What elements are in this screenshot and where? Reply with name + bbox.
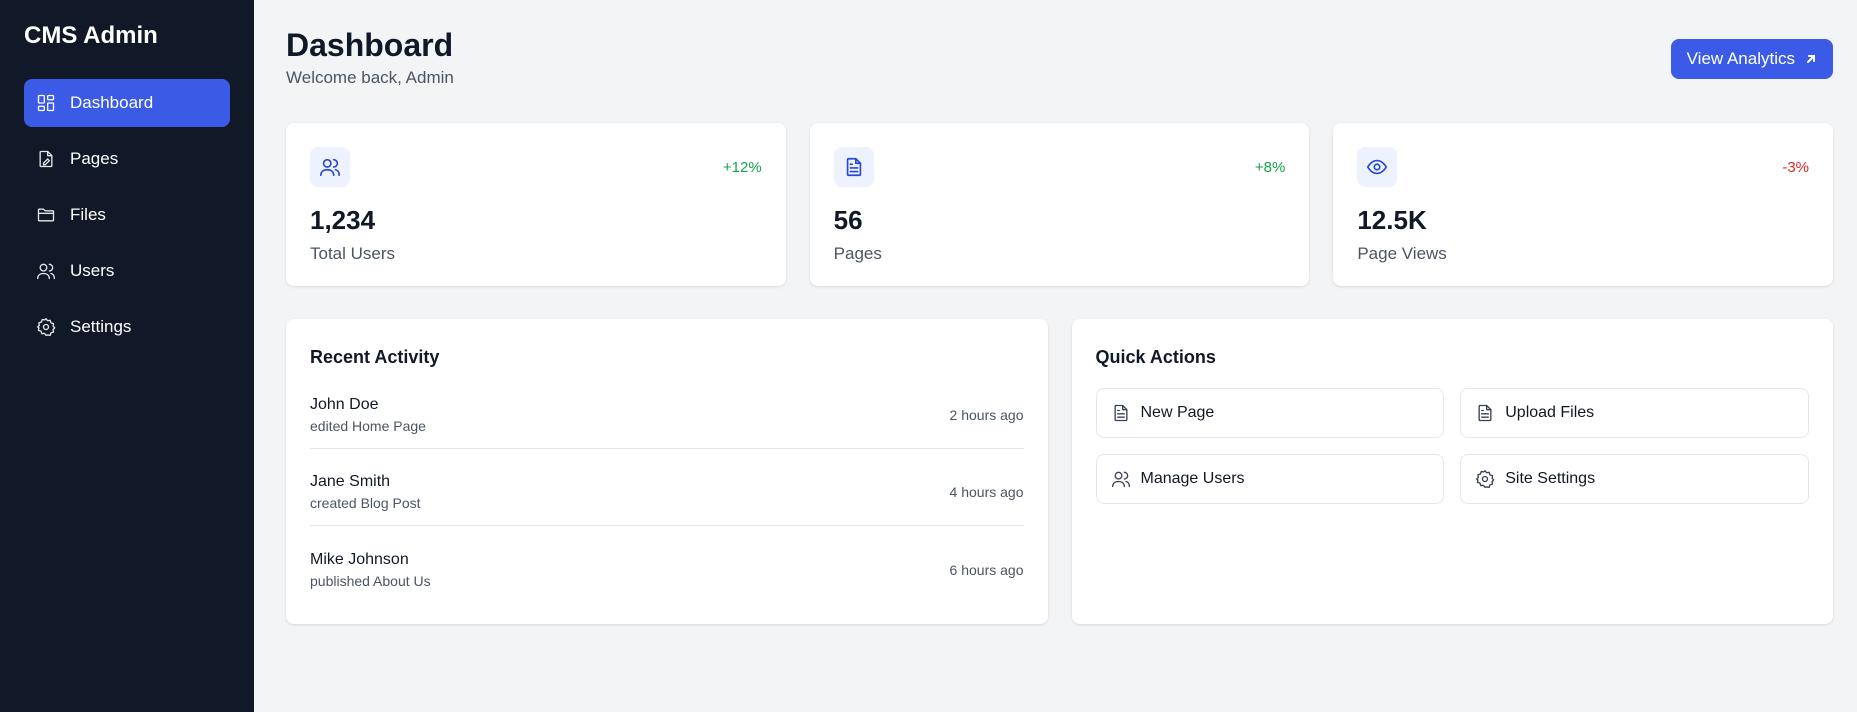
page-subtitle: Welcome back, Admin xyxy=(286,68,454,87)
stat-change: +12% xyxy=(722,158,762,176)
brand-title: CMS Admin xyxy=(24,22,158,49)
new-page-button[interactable]: New Page xyxy=(1095,388,1445,438)
stat-card-page-views: -3% 12.5K Page Views xyxy=(1333,123,1834,286)
sidebar-item-dashboard[interactable]: Dashboard xyxy=(24,79,230,127)
sidebar-item-settings[interactable]: Settings xyxy=(24,303,230,351)
gear-icon xyxy=(1476,470,1495,488)
users-icon xyxy=(36,261,56,281)
view-analytics-label: View Analytics xyxy=(1686,49,1795,68)
sidebar-item-files[interactable]: Files xyxy=(24,191,230,239)
action-label: Manage Users xyxy=(1140,470,1245,487)
activity-user: John Doe xyxy=(310,396,379,413)
stat-value: 12.5K xyxy=(1357,205,1427,235)
eye-icon xyxy=(1357,147,1398,187)
gear-icon xyxy=(36,317,56,337)
list-item: John Doe edited Home Page 2 hours ago xyxy=(310,388,1024,449)
sidebar-item-label: Files xyxy=(70,205,106,224)
pages-icon xyxy=(36,149,56,169)
quick-actions-grid: New Page Upload Files Manage Users Site … xyxy=(1095,388,1809,504)
activity-time: 6 hours ago xyxy=(949,561,1024,578)
app-root: CMS Admin Dashboard Pages Files Users Se… xyxy=(0,0,1857,712)
stat-value: 56 xyxy=(833,205,863,235)
document-icon xyxy=(1478,404,1492,422)
action-label: Upload Files xyxy=(1505,404,1595,421)
upload-files-button[interactable]: Upload Files xyxy=(1460,388,1809,438)
document-icon xyxy=(1114,404,1127,422)
activity-time: 4 hours ago xyxy=(949,484,1024,500)
page-title: Dashboard xyxy=(286,27,454,63)
users-icon xyxy=(310,147,350,187)
users-icon xyxy=(1111,471,1130,488)
arrow-up-right-icon xyxy=(1807,55,1815,63)
page-header: Dashboard Welcome back, Admin View Analy… xyxy=(286,28,1833,123)
sidebar-item-label: Pages xyxy=(70,149,119,168)
stat-change: -3% xyxy=(1782,158,1810,176)
view-analytics-button[interactable]: View Analytics xyxy=(1670,39,1833,79)
list-item: Jane Smith created Blog Post 4 hours ago xyxy=(310,465,1024,526)
panel-title: Quick Actions xyxy=(1095,347,1216,367)
activity-user: Mike Johnson xyxy=(310,550,409,568)
manage-users-button[interactable]: Manage Users xyxy=(1095,454,1445,504)
activity-action: published About Us xyxy=(310,572,431,589)
sidebar-item-label: Dashboard xyxy=(70,93,154,112)
activity-action: edited Home Page xyxy=(310,418,426,434)
stat-card-users: +12% 1,234 Total Users xyxy=(286,123,786,286)
activity-user: Jane Smith xyxy=(310,473,391,490)
sidebar-item-pages[interactable]: Pages xyxy=(24,135,230,183)
folder-icon xyxy=(36,205,56,225)
activity-time: 2 hours ago xyxy=(949,407,1024,423)
sidebar: CMS Admin Dashboard Pages Files Users Se… xyxy=(0,0,254,712)
site-settings-button[interactable]: Site Settings xyxy=(1460,454,1809,504)
action-label: Site Settings xyxy=(1505,470,1596,487)
stat-label: Page Views xyxy=(1357,244,1447,263)
stat-card-pages: +8% 56 Pages xyxy=(809,123,1310,286)
panel-title: Recent Activity xyxy=(310,347,440,367)
sidebar-item-users[interactable]: Users xyxy=(24,247,230,295)
sidebar-item-label: Settings xyxy=(70,317,132,336)
stat-value: 1,234 xyxy=(310,205,376,235)
stat-change: +8% xyxy=(1254,158,1286,176)
stat-label: Total Users xyxy=(310,244,396,263)
action-label: New Page xyxy=(1140,404,1215,421)
main-content: Dashboard Welcome back, Admin View Analy… xyxy=(254,0,1857,712)
panels-row: Recent Activity John Doe edited Home Pag… xyxy=(286,319,1833,624)
document-icon xyxy=(833,147,874,187)
quick-actions-panel: Quick Actions New Page Upload Files Mana… xyxy=(1071,319,1833,624)
list-item: Mike Johnson published About Us 6 hours … xyxy=(310,542,1024,603)
sidebar-item-label: Users xyxy=(70,261,115,280)
stats-row: +12% 1,234 Total Users +8% 56 Pages -3% … xyxy=(286,123,1834,286)
activity-action: created Blog Post xyxy=(310,495,421,511)
recent-activity-panel: Recent Activity John Doe edited Home Pag… xyxy=(286,319,1048,624)
dashboard-icon xyxy=(36,93,56,113)
stat-label: Pages xyxy=(833,244,882,263)
